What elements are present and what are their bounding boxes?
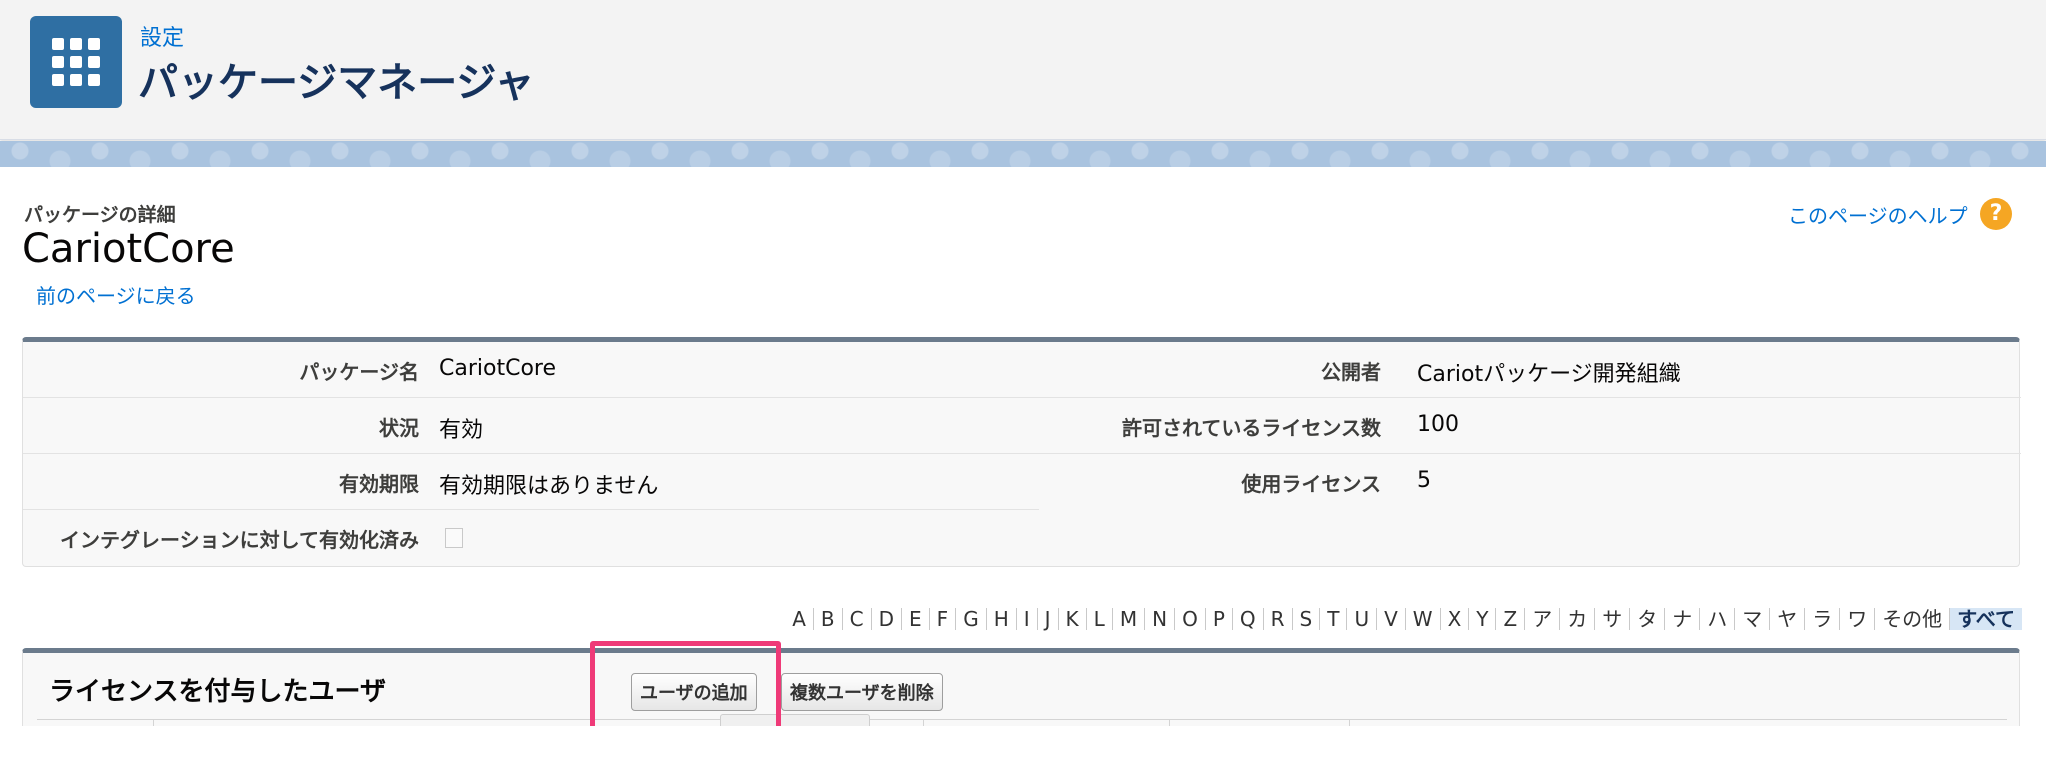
alphabet-filter-item[interactable]: B <box>814 608 843 630</box>
alphabet-filter-item[interactable]: ラ <box>1805 608 1841 630</box>
detail-value: 5 <box>1417 468 1431 493</box>
alphabet-filter-item[interactable]: サ <box>1595 608 1631 630</box>
alphabet-filter-item[interactable]: J <box>1038 608 1059 630</box>
detail-label: インテグレーションに対して有効化済み <box>60 528 419 552</box>
alphabet-filter-item[interactable]: すべて <box>1950 608 2022 630</box>
alphabet-filter-item[interactable]: O <box>1175 608 1206 630</box>
alphabet-filter-item[interactable]: W <box>1406 608 1441 630</box>
detail-row-package-name: パッケージ名 CariotCore <box>23 342 1039 398</box>
detail-row-expiration: 有効期限 有効期限はありません <box>23 454 1039 510</box>
record-name: CariotCore <box>22 226 235 272</box>
detail-label: パッケージ名 <box>299 360 419 384</box>
alphabet-filter-item[interactable]: Y <box>1469 608 1497 630</box>
alphabet-filter: A B C D E F G H I J K L M N O P Q R S T U V W X Y Z アカサタナハマヤラワその他す… <box>785 604 2022 634</box>
detail-value: 有効期限はありません <box>439 474 659 499</box>
alphabet-filter-item[interactable]: ア <box>1525 608 1561 630</box>
alphabet-filter-item[interactable]: マ <box>1735 608 1771 630</box>
alphabet-filter-item[interactable]: I <box>1017 608 1038 630</box>
detail-value: Cariotパッケージ開発組織 <box>1417 362 1681 387</box>
alphabet-filter-item[interactable]: A <box>785 608 814 630</box>
alphabet-filter-item[interactable]: T <box>1320 608 1348 630</box>
alphabet-filter-item[interactable]: ワ <box>1840 608 1876 630</box>
detail-label: 状況 <box>379 416 419 440</box>
detail-row-allowed-licenses: 許可されているライセンス数 100 <box>1039 398 2021 454</box>
alphabet-filter-item[interactable]: S <box>1293 608 1321 630</box>
app-launcher-icon[interactable] <box>30 16 122 108</box>
alphabet-filter-item[interactable]: C <box>843 608 872 630</box>
record-type-label: パッケージの詳細 <box>24 204 176 226</box>
alphabet-filter-item[interactable]: X <box>1441 608 1470 630</box>
alphabet-filter-item[interactable]: F <box>930 608 957 630</box>
detail-value: 有効 <box>439 418 484 443</box>
alphabet-filter-item[interactable]: R <box>1264 608 1293 630</box>
decorative-band <box>0 141 2046 167</box>
alphabet-filter-item[interactable]: タ <box>1630 608 1666 630</box>
alphabet-filter-item[interactable]: P <box>1206 608 1233 630</box>
highlight-box <box>590 641 781 738</box>
alphabet-filter-item[interactable]: ナ <box>1665 608 1701 630</box>
detail-row-integration: インテグレーションに対して有効化済み <box>23 510 1039 566</box>
detail-label: 許可されているライセンス数 <box>1122 416 1381 440</box>
related-list-title: ライセンスを付与したユーザ <box>49 677 386 707</box>
alphabet-filter-item[interactable]: E <box>902 608 930 630</box>
alphabet-filter-item[interactable]: カ <box>1560 608 1596 630</box>
alphabet-filter-item[interactable]: V <box>1377 608 1406 630</box>
page-header: 設定 パッケージマネージャ <box>0 0 2046 140</box>
detail-row-publisher: 公開者 Cariotパッケージ開発組織 <box>1039 342 2021 398</box>
detail-label: 公開者 <box>1321 360 1381 384</box>
back-link[interactable]: 前のページに戻る <box>36 280 196 309</box>
alphabet-filter-item[interactable]: N <box>1145 608 1176 630</box>
detail-row-status: 状況 有効 <box>23 398 1039 454</box>
integration-enabled-checkbox <box>445 528 463 548</box>
alphabet-filter-item[interactable]: H <box>987 608 1017 630</box>
help-link[interactable]: このページのヘルプ <box>1788 200 1968 229</box>
alphabet-filter-item[interactable]: M <box>1113 608 1146 630</box>
detail-label: 有効期限 <box>339 472 419 496</box>
package-detail-panel: パッケージ名 CariotCore 状況 有効 有効期限 有効期限はありません … <box>22 337 2021 567</box>
detail-label: 使用ライセンス <box>1241 472 1381 496</box>
alphabet-filter-item[interactable]: K <box>1059 608 1087 630</box>
page-cutoff <box>0 726 2046 780</box>
breadcrumb-setup[interactable]: 設定 <box>140 20 184 52</box>
alphabet-filter-item[interactable]: ヤ <box>1770 608 1806 630</box>
alphabet-filter-item[interactable]: その他 <box>1875 608 1951 630</box>
alphabet-filter-item[interactable]: Z <box>1496 608 1526 630</box>
detail-value: 100 <box>1417 412 1459 437</box>
alphabet-filter-item[interactable]: Q <box>1233 608 1264 630</box>
remove-users-button[interactable]: 複数ユーザを削除 <box>781 673 943 711</box>
alphabet-filter-item[interactable]: D <box>872 608 903 630</box>
alphabet-filter-item[interactable]: G <box>956 608 987 630</box>
help-icon[interactable]: ? <box>1980 198 2012 230</box>
alphabet-filter-item[interactable]: L <box>1087 608 1113 630</box>
detail-row-used-licenses: 使用ライセンス 5 <box>1039 454 2021 510</box>
detail-value: CariotCore <box>439 356 557 381</box>
page-title: パッケージマネージャ <box>138 60 535 106</box>
alphabet-filter-item[interactable]: ハ <box>1700 608 1736 630</box>
alphabet-filter-item[interactable]: U <box>1347 608 1378 630</box>
